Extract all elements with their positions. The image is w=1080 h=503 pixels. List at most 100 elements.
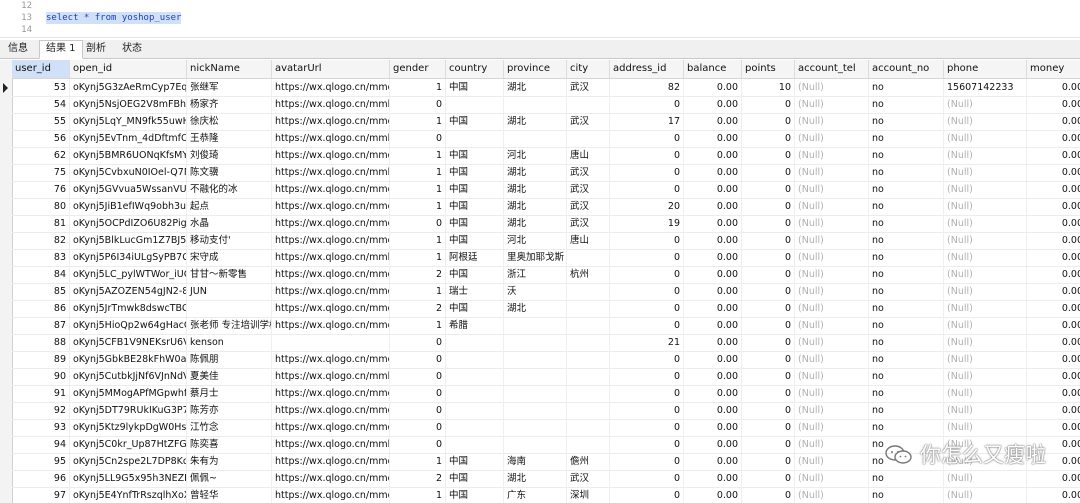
cell-avatarurl[interactable]: https://wx.qlogo.cn/mmo (272, 453, 390, 470)
cell-gender[interactable]: 1 (390, 249, 446, 266)
cell-city[interactable] (567, 385, 610, 402)
cell-points[interactable]: 0 (742, 368, 795, 385)
cell-country[interactable]: 中国 (446, 266, 504, 283)
cell-points[interactable]: 10 (742, 79, 795, 96)
cell-gender[interactable]: 1 (390, 181, 446, 198)
column-header-user-id[interactable]: user_id (12, 60, 70, 78)
cell-gender[interactable]: 1 (390, 232, 446, 249)
table-row[interactable]: 90 oKynj5CutbkJjNf6VJnNdV 夏美佳 https://wx.ql… (12, 368, 1080, 386)
cell-points[interactable]: 0 (742, 317, 795, 334)
table-row[interactable]: 53 oKynj5G3zAeRmCyp7EqO 张继军 https://wx.qlog… (12, 79, 1080, 97)
cell-open-id[interactable]: oKynj5BMR6UONqKfsMY (70, 147, 187, 164)
cell-country[interactable] (446, 385, 504, 402)
cell-address-id[interactable]: 0 (610, 181, 684, 198)
cell-avatarurl[interactable]: https://wx.qlogo.cn/mmh (272, 436, 390, 453)
cell-country[interactable]: 中国 (446, 113, 504, 130)
cell-province[interactable] (504, 96, 567, 113)
cell-avatarurl[interactable]: https://wx.qlogo.cn/mmh (272, 249, 390, 266)
cell-account-tel[interactable]: (Null) (795, 351, 869, 368)
cell-city[interactable]: 武汉 (567, 470, 610, 487)
cell-account-tel[interactable]: (Null) (795, 113, 869, 130)
cell-phone[interactable]: (Null) (944, 181, 1027, 198)
cell-account-no[interactable]: no (869, 368, 944, 385)
cell-points[interactable]: 0 (742, 147, 795, 164)
cell-address-id[interactable]: 19 (610, 215, 684, 232)
cell-gender[interactable]: 0 (390, 334, 446, 351)
cell-user-id[interactable]: 55 (12, 113, 70, 130)
table-row[interactable]: 54 oKynj5NsjOEG2V8mFBhO 杨家齐 https://wx.qlog… (12, 96, 1080, 114)
cell-country[interactable]: 中国 (446, 470, 504, 487)
cell-country[interactable] (446, 351, 504, 368)
cell-points[interactable]: 0 (742, 181, 795, 198)
cell-province[interactable]: 河北 (504, 232, 567, 249)
cell-money[interactable]: 0.00 (1027, 283, 1080, 300)
cell-city[interactable]: 深圳 (567, 487, 610, 503)
cell-account-tel[interactable]: (Null) (795, 402, 869, 419)
cell-avatarurl[interactable]: https://wx.qlogo.cn/mmo (272, 317, 390, 334)
cell-province[interactable]: 湖北 (504, 79, 567, 96)
cell-city[interactable] (567, 130, 610, 147)
cell-user-id[interactable]: 90 (12, 368, 70, 385)
cell-points[interactable]: 0 (742, 266, 795, 283)
cell-phone[interactable]: (Null) (944, 130, 1027, 147)
column-header-city[interactable]: city (567, 60, 610, 78)
cell-province[interactable]: 湖北 (504, 470, 567, 487)
cell-balance[interactable]: 0.00 (684, 147, 742, 164)
cell-city[interactable]: 武汉 (567, 215, 610, 232)
cell-country[interactable]: 希腊 (446, 317, 504, 334)
cell-open-id[interactable]: oKynj5AZOZEN54gJN2-8e (70, 283, 187, 300)
cell-open-id[interactable]: oKynj5G3zAeRmCyp7EqO (70, 79, 187, 96)
cell-province[interactable] (504, 419, 567, 436)
cell-country[interactable]: 中国 (446, 215, 504, 232)
cell-money[interactable]: 0.00 (1027, 266, 1080, 283)
cell-open-id[interactable]: oKynj5OCPdIZO6U82Pigz (70, 215, 187, 232)
cell-city[interactable]: 武汉 (567, 164, 610, 181)
tab-info[interactable]: 信息 (2, 41, 34, 57)
cell-account-tel[interactable]: (Null) (795, 470, 869, 487)
cell-phone[interactable]: (Null) (944, 402, 1027, 419)
cell-gender[interactable]: 0 (390, 351, 446, 368)
cell-balance[interactable]: 0.00 (684, 249, 742, 266)
cell-city[interactable] (567, 436, 610, 453)
cell-city[interactable] (567, 249, 610, 266)
cell-nickname[interactable] (187, 300, 272, 317)
cell-account-tel[interactable]: (Null) (795, 79, 869, 96)
cell-province[interactable] (504, 385, 567, 402)
cell-nickname[interactable]: kenson (187, 334, 272, 351)
cell-gender[interactable]: 0 (390, 215, 446, 232)
column-header-country[interactable]: country (446, 60, 504, 78)
cell-money[interactable]: 0.00 (1027, 232, 1080, 249)
cell-phone[interactable]: (Null) (944, 317, 1027, 334)
cell-gender[interactable]: 1 (390, 487, 446, 503)
cell-province[interactable] (504, 351, 567, 368)
cell-user-id[interactable]: 87 (12, 317, 70, 334)
cell-country[interactable] (446, 402, 504, 419)
cell-nickname[interactable]: 宋守成 (187, 249, 272, 266)
cell-user-id[interactable]: 89 (12, 351, 70, 368)
column-header-address-id[interactable]: address_id (610, 60, 684, 78)
cell-points[interactable]: 0 (742, 283, 795, 300)
cell-account-no[interactable]: no (869, 79, 944, 96)
cell-address-id[interactable]: 0 (610, 419, 684, 436)
tab-result-1[interactable]: 结果 1 (39, 40, 83, 59)
cell-account-no[interactable]: no (869, 334, 944, 351)
cell-gender[interactable]: 1 (390, 79, 446, 96)
cell-nickname[interactable]: 起点 (187, 198, 272, 215)
cell-country[interactable]: 中国 (446, 164, 504, 181)
cell-account-no[interactable]: no (869, 198, 944, 215)
table-row[interactable]: 75 oKynj5CvbxuN0IOel-Q7M 陈文骥 https://wx.qlo… (12, 164, 1080, 182)
cell-user-id[interactable]: 80 (12, 198, 70, 215)
cell-points[interactable]: 0 (742, 351, 795, 368)
cell-money[interactable]: 0.00 (1027, 300, 1080, 317)
cell-country[interactable]: 阿根廷 (446, 249, 504, 266)
cell-money[interactable]: 0.00 (1027, 130, 1080, 147)
column-header-account-no[interactable]: account_no (869, 60, 944, 78)
table-row[interactable]: 87 oKynj5HioQp2w64gHacGi 张老师 专注培训学校 https:/… (12, 317, 1080, 335)
cell-account-no[interactable]: no (869, 147, 944, 164)
cell-city[interactable] (567, 402, 610, 419)
cell-city[interactable]: 武汉 (567, 113, 610, 130)
cell-open-id[interactable]: oKynj5JrTmwk8dswcTBC- (70, 300, 187, 317)
cell-account-no[interactable]: no (869, 232, 944, 249)
cell-account-no[interactable]: no (869, 487, 944, 503)
cell-balance[interactable]: 0.00 (684, 266, 742, 283)
